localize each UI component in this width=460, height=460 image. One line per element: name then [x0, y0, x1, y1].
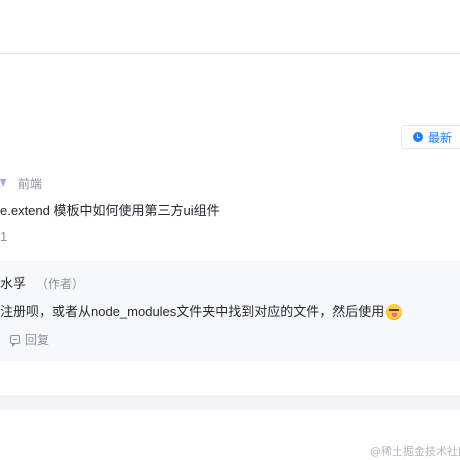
- reply-button[interactable]: 回复: [10, 331, 49, 348]
- reply-content: 注册呗，或者从node_modules文件夹中找到对应的文件，然后使用: [0, 303, 403, 321]
- section-divider-band: [0, 395, 460, 410]
- question-title[interactable]: e.extend 模板中如何使用第三方ui组件: [0, 202, 220, 220]
- author-reply: 水孚 （作者） 注册呗，或者从node_modules文件夹中找到对应的文件，然…: [0, 260, 460, 361]
- category-label[interactable]: 前端: [18, 175, 42, 192]
- clock-icon: [413, 132, 423, 142]
- comment-icon: [10, 335, 20, 347]
- top-divider: [0, 53, 460, 54]
- sort-label: 最新: [428, 130, 453, 145]
- category-tag-icon: [0, 179, 6, 187]
- reply-text: 注册呗，或者从node_modules文件夹中找到对应的文件，然后使用: [0, 304, 385, 319]
- reply-author-name[interactable]: 水孚: [0, 275, 26, 293]
- page: 最新 前端 e.extend 模板中如何使用第三方ui组件 1 水孚 （作者） …: [0, 0, 460, 460]
- sort-newest-button[interactable]: 最新: [401, 125, 460, 149]
- watermark: @稀土掘金技术社区: [370, 445, 460, 458]
- grinning-tongue-face-icon: [386, 304, 403, 320]
- question-count: 1: [0, 229, 8, 244]
- category-row: 前端: [0, 174, 42, 192]
- author-badge: （作者）: [36, 277, 85, 291]
- reply-button-label: 回复: [25, 333, 50, 347]
- reply-author-row: 水孚 （作者）: [0, 275, 84, 293]
